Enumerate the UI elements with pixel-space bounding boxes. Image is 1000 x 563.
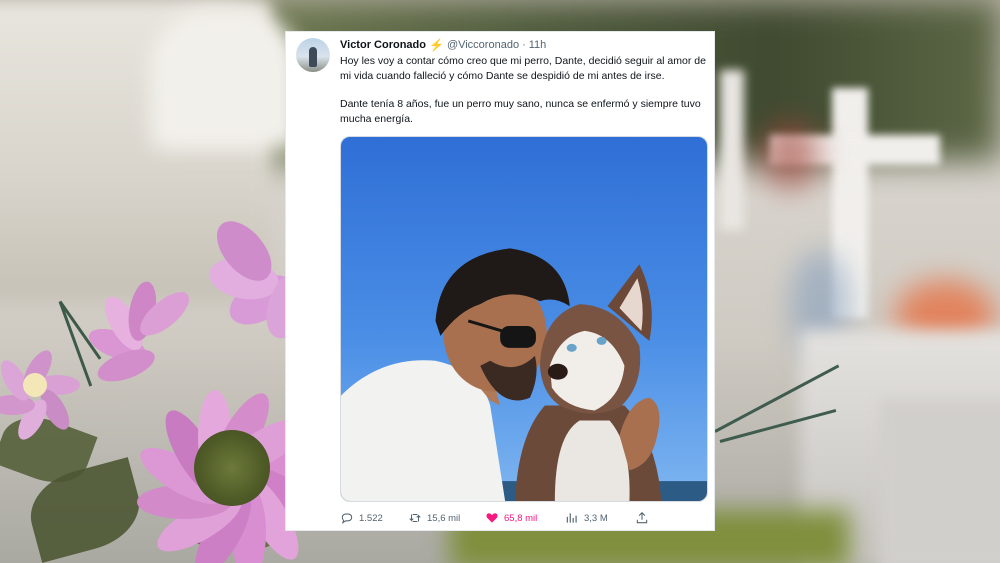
share-icon xyxy=(636,512,648,524)
views-button[interactable]: 3,3 M xyxy=(565,511,608,525)
author-handle[interactable]: @Viccoronado xyxy=(447,39,519,51)
tweet-card: Victor Coronado ⚡ @Viccoronado · 11h Hoy… xyxy=(285,31,715,531)
tweet-time[interactable]: 11h xyxy=(529,39,547,51)
reply-button[interactable]: 1.522 xyxy=(340,511,383,525)
tweet-text: Hoy les voy a contar cómo creo que mi pe… xyxy=(340,54,708,126)
retweet-icon xyxy=(409,513,421,523)
man-with-husky-photo xyxy=(341,137,707,501)
avatar[interactable] xyxy=(296,38,330,72)
tweet-paragraph: Dante tenía 8 años, fue un perro muy san… xyxy=(340,98,701,125)
analytics-icon xyxy=(566,513,577,523)
tweet-photo[interactable] xyxy=(340,136,708,502)
lightning-bolt-icon: ⚡ xyxy=(428,38,444,52)
share-button[interactable] xyxy=(635,511,654,525)
tweet-actions: 1.522 15,6 mil 65,8 mil 3,3 M xyxy=(340,510,660,526)
heart-icon xyxy=(486,513,498,523)
tweet-paragraph: Hoy les voy a contar cómo creo que mi pe… xyxy=(340,55,706,82)
views-count: 3,3 M xyxy=(584,512,608,524)
separator: · xyxy=(522,39,526,51)
reply-icon xyxy=(341,513,353,524)
reply-count: 1.522 xyxy=(359,512,383,524)
author-name[interactable]: Victor Coronado xyxy=(340,39,426,51)
like-button[interactable]: 65,8 mil xyxy=(485,511,537,525)
retweet-button[interactable]: 15,6 mil xyxy=(408,511,460,525)
like-count: 65,8 mil xyxy=(504,512,538,524)
retweet-count: 15,6 mil xyxy=(427,512,461,524)
tweet-header: Victor Coronado ⚡ @Viccoronado · 11h xyxy=(340,38,546,52)
